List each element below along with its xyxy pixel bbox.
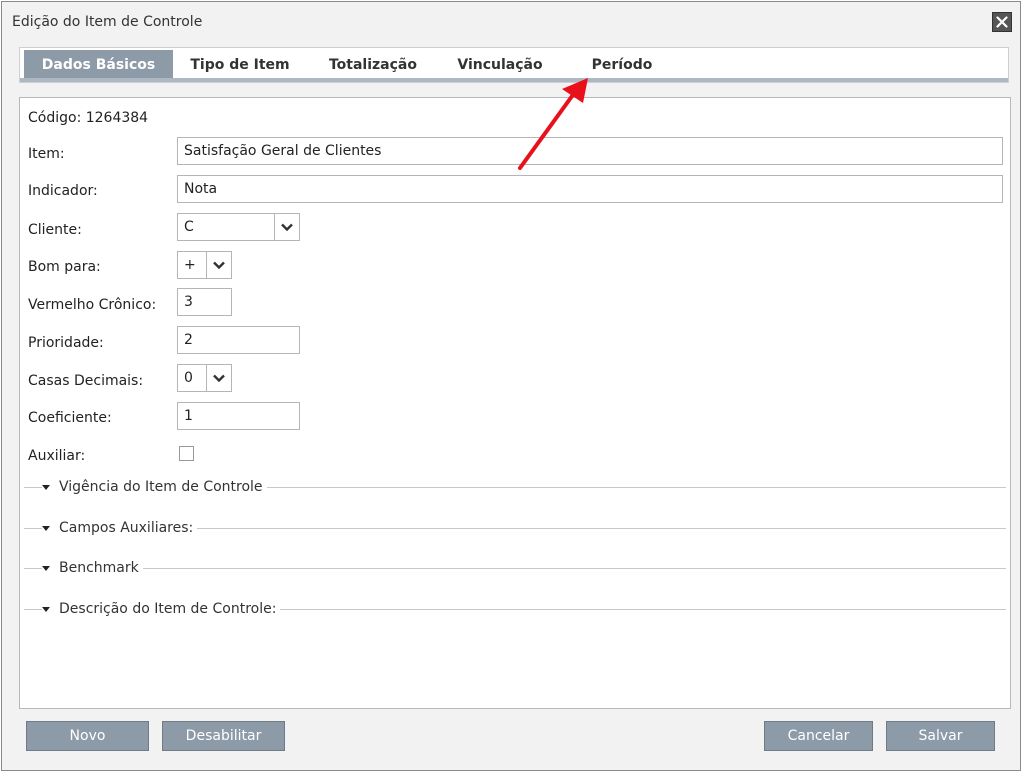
item-input[interactable]: Satisfação Geral de Clientes (177, 137, 1003, 165)
auxiliar-label: Auxiliar: (28, 448, 86, 464)
casas-decimais-select[interactable]: 0 (177, 364, 232, 392)
section-divider (24, 568, 1006, 569)
section-campos-auxiliares[interactable]: Campos Auxiliares: (24, 518, 1006, 538)
coeficiente-label: Coeficiente: (28, 410, 112, 426)
prioridade-label: Prioridade: (28, 335, 104, 351)
section-benchmark-title: Benchmark (59, 560, 139, 576)
title-bar: Edição do Item de Controle (2, 2, 1020, 42)
caret-down-icon (42, 565, 50, 571)
chevron-down-icon (281, 223, 293, 231)
dados-basicos-panel: Código: 1264384 Item: Satisfação Geral d… (19, 97, 1011, 709)
section-header[interactable]: Descrição do Item de Controle: (42, 599, 281, 619)
novo-button[interactable]: Novo (26, 721, 149, 751)
codigo-label: Código: 1264384 (28, 110, 149, 126)
cancelar-button[interactable]: Cancelar (764, 721, 873, 751)
dialog-title: Edição do Item de Controle (12, 14, 203, 30)
bom-para-dropdown-button[interactable] (206, 252, 231, 278)
cliente-label: Cliente: (28, 222, 82, 238)
item-label: Item: (28, 146, 65, 162)
tab-strip: Dados Básicos Tipo de Item Totalização V… (19, 47, 1009, 83)
vermelho-cronico-label: Vermelho Crônico: (28, 297, 157, 313)
bom-para-select[interactable]: + (177, 251, 232, 279)
section-vigencia[interactable]: Vigência do Item de Controle (24, 477, 1006, 497)
casas-decimais-dropdown-button[interactable] (206, 365, 231, 391)
casas-decimais-value: 0 (184, 370, 193, 386)
tab-strip-underline (20, 78, 1008, 82)
section-header[interactable]: Vigência do Item de Controle (42, 477, 267, 497)
caret-down-icon (42, 484, 50, 490)
casas-decimais-label: Casas Decimais: (28, 373, 144, 389)
dialog-window: Edição do Item de Controle Dados Básicos… (1, 1, 1021, 771)
prioridade-input[interactable]: 2 (177, 326, 300, 354)
tab-periodo[interactable]: Período (572, 50, 672, 80)
cliente-value: C (184, 219, 194, 235)
close-icon (996, 16, 1008, 28)
chevron-down-icon (213, 374, 225, 382)
cliente-select[interactable]: C (177, 213, 300, 241)
bom-para-label: Bom para: (28, 259, 101, 275)
caret-down-icon (42, 525, 50, 531)
close-button[interactable] (992, 12, 1012, 32)
bom-para-value: + (184, 257, 196, 273)
section-benchmark[interactable]: Benchmark (24, 558, 1006, 578)
tab-totalizacao[interactable]: Totalização (318, 50, 428, 80)
desabilitar-button[interactable]: Desabilitar (162, 721, 285, 751)
section-vigencia-title: Vigência do Item de Controle (59, 479, 263, 495)
tab-dados-basicos[interactable]: Dados Básicos (24, 50, 173, 80)
cliente-dropdown-button[interactable] (274, 214, 299, 240)
section-descricao[interactable]: Descrição do Item de Controle: (24, 599, 1006, 619)
indicador-input[interactable]: Nota (177, 175, 1003, 203)
section-descricao-title: Descrição do Item de Controle: (59, 601, 277, 617)
section-header[interactable]: Campos Auxiliares: (42, 518, 198, 538)
tab-vinculacao[interactable]: Vinculação (445, 50, 555, 80)
vermelho-cronico-input[interactable]: 3 (177, 288, 232, 316)
auxiliar-checkbox[interactable] (179, 446, 194, 461)
section-campos-auxiliares-title: Campos Auxiliares: (59, 520, 194, 536)
salvar-button[interactable]: Salvar (886, 721, 995, 751)
indicador-label: Indicador: (28, 183, 98, 199)
section-header[interactable]: Benchmark (42, 558, 143, 578)
tab-tipo-de-item[interactable]: Tipo de Item (180, 50, 300, 80)
chevron-down-icon (213, 261, 225, 269)
coeficiente-input[interactable]: 1 (177, 402, 300, 430)
caret-down-icon (42, 606, 50, 612)
